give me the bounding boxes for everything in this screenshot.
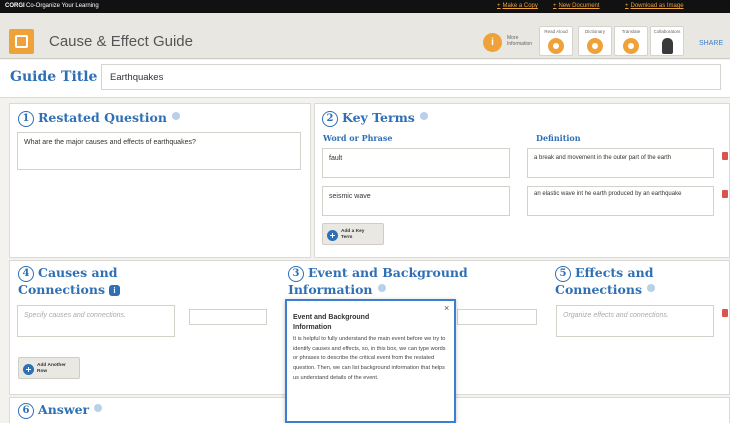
key-term-input[interactable]: fault: [322, 148, 510, 178]
info-icon[interactable]: [647, 284, 656, 292]
close-icon[interactable]: ×: [444, 303, 449, 313]
new-document-link[interactable]: + New Document: [553, 3, 600, 9]
info-icon[interactable]: [377, 284, 386, 292]
info-icon[interactable]: [94, 404, 103, 412]
add-icon: [23, 364, 34, 375]
info-icon[interactable]: [419, 112, 428, 120]
avatar: [662, 38, 673, 54]
causes-heading: 4 Causes and Connections i: [18, 265, 121, 297]
connector-arrow: [457, 309, 537, 325]
definition-input[interactable]: an elastic wave int he earth produced by…: [527, 186, 714, 216]
read-aloud-button[interactable]: Read Aloud: [539, 26, 573, 56]
add-key-term-button[interactable]: Add a Key Term: [322, 223, 384, 245]
translate-icon: [623, 38, 639, 54]
more-info-icon[interactable]: i: [483, 33, 502, 52]
brand-subtitle: Co-Organize Your Learning: [26, 3, 99, 9]
speaker-icon: [548, 38, 564, 54]
restated-question-input[interactable]: What are the major causes and effects of…: [17, 132, 301, 170]
delete-icon[interactable]: [722, 309, 728, 317]
info-icon[interactable]: i: [109, 285, 121, 296]
dictionary-button[interactable]: Dictionary: [578, 26, 612, 56]
download-image-link[interactable]: + Download as Image: [625, 3, 684, 9]
make-copy-link[interactable]: + Make a Copy: [497, 3, 538, 9]
info-icon[interactable]: [172, 112, 180, 120]
event-heading: 3 Event and Background Information: [288, 265, 468, 297]
answer-heading: 6 Answer: [18, 402, 103, 419]
effects-input[interactable]: Organize effects and connections.: [556, 305, 714, 337]
app-logo-icon[interactable]: [9, 29, 34, 54]
definition-input[interactable]: a break and movement in the outer part o…: [527, 148, 714, 178]
key-term-input[interactable]: seismic wave: [322, 186, 510, 216]
guide-title-label: Guide Title: [10, 69, 98, 85]
popup-body: It is helpful to fully understand the ma…: [293, 336, 446, 381]
delete-icon[interactable]: [722, 190, 728, 198]
word-column-header: Word or Phrase: [323, 133, 393, 143]
guide-title-input[interactable]: Earthquakes: [101, 64, 721, 90]
top-bar: CORGI Co-Organize Your Learning + Make a …: [0, 0, 730, 13]
causes-input[interactable]: Specify causes and connections.: [17, 305, 175, 337]
info-popup: × Event and Background Information It is…: [285, 299, 456, 423]
key-terms-heading: 2 Key Terms: [322, 110, 428, 127]
popup-title: Event and Background Information: [293, 314, 370, 331]
translate-button[interactable]: Translate: [614, 26, 648, 56]
add-row-button[interactable]: Add Another Row: [18, 357, 80, 379]
add-icon: [327, 230, 338, 241]
brand-name: CORGI: [5, 3, 25, 9]
restated-question-heading: 1 Restated Question: [18, 110, 180, 127]
delete-icon[interactable]: [722, 152, 728, 160]
definition-column-header: Definition: [536, 133, 581, 143]
collaborators-button[interactable]: Collaborators: [650, 26, 684, 56]
page-title: Cause & Effect Guide: [49, 33, 193, 50]
share-button[interactable]: SHARE: [699, 40, 723, 47]
more-info-label[interactable]: More Information: [507, 35, 533, 47]
connector-arrow: [189, 309, 267, 325]
book-icon: [587, 38, 603, 54]
effects-heading: 5 Effects and Connections: [555, 265, 656, 297]
